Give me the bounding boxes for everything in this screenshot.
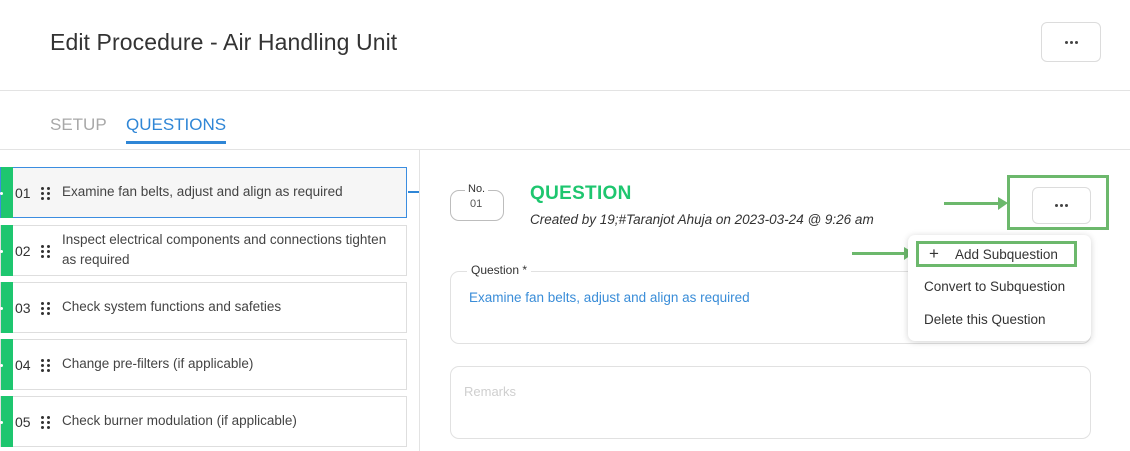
remarks-field[interactable] [450,366,1091,439]
tab-questions[interactable]: QUESTIONS [126,115,227,144]
menu-item-convert-to-subquestion[interactable]: Convert to Subquestion [924,279,1065,294]
question-number: 05 [15,414,31,430]
question-text: Examine fan belts, adjust and align as r… [62,184,343,199]
question-list: 01 Examine fan belts, adjust and align a… [0,150,420,451]
menu-item-delete-question[interactable]: Delete this Question [924,312,1046,327]
drag-handle-icon[interactable] [41,245,51,258]
question-status-bar [0,339,13,390]
created-by-text: Created by 19;#Taranjot Ahuja on 2023-03… [530,212,874,227]
question-number: 03 [15,300,31,316]
tab-bar: SETUP QUESTIONS [0,91,1130,150]
question-more-button[interactable] [1032,187,1091,224]
question-field-label: Question * [467,263,532,277]
question-text: Inspect electrical components and connec… [62,232,387,267]
ellipsis-icon [1055,204,1068,207]
menu-item-add-subquestion[interactable]: + Add Subquestion [916,241,1077,267]
selection-connector [408,191,419,193]
question-text: Check system functions and safeties [62,299,282,314]
menu-item-label: Add Subquestion [955,247,1058,262]
tab-setup[interactable]: SETUP [50,115,107,143]
page-title: Edit Procedure - Air Handling Unit [50,29,398,55]
question-number: 01 [15,185,31,201]
header-more-button[interactable] [1041,22,1101,62]
number-value: 01 [470,198,483,210]
ellipsis-icon [1064,40,1078,44]
plus-icon: + [929,244,939,263]
drag-handle-icon[interactable] [41,187,51,200]
arrow-icon [852,247,914,260]
question-field-value[interactable]: Examine fan belts, adjust and align as r… [469,290,750,305]
question-text: Change pre-filters (if applicable) [62,356,254,371]
question-status-bar [0,167,13,218]
drag-handle-icon[interactable] [41,359,51,372]
question-number: 04 [15,357,31,373]
question-status-bar [0,225,13,276]
question-item-05[interactable]: 05 Check burner modulation (if applicabl… [0,396,407,447]
remarks-placeholder: Remarks [464,384,517,399]
question-item-01[interactable]: 01 Examine fan belts, adjust and align a… [0,167,407,218]
question-status-bar [0,396,13,447]
question-item-04[interactable]: 04 Change pre-filters (if applicable) [0,339,407,390]
page-header: Edit Procedure - Air Handling Unit [0,0,1130,91]
question-status-bar [0,282,13,333]
drag-handle-icon[interactable] [41,302,51,315]
number-label: No. [465,183,489,195]
drag-handle-icon[interactable] [41,416,51,429]
question-item-03[interactable]: 03 Check system functions and safeties [0,282,407,333]
question-heading: QUESTION [530,183,632,204]
arrow-icon [944,197,1008,210]
question-number: 02 [15,243,31,259]
question-text: Check burner modulation (if applicable) [62,413,297,428]
question-item-02[interactable]: 02 Inspect electrical components and con… [0,225,407,276]
